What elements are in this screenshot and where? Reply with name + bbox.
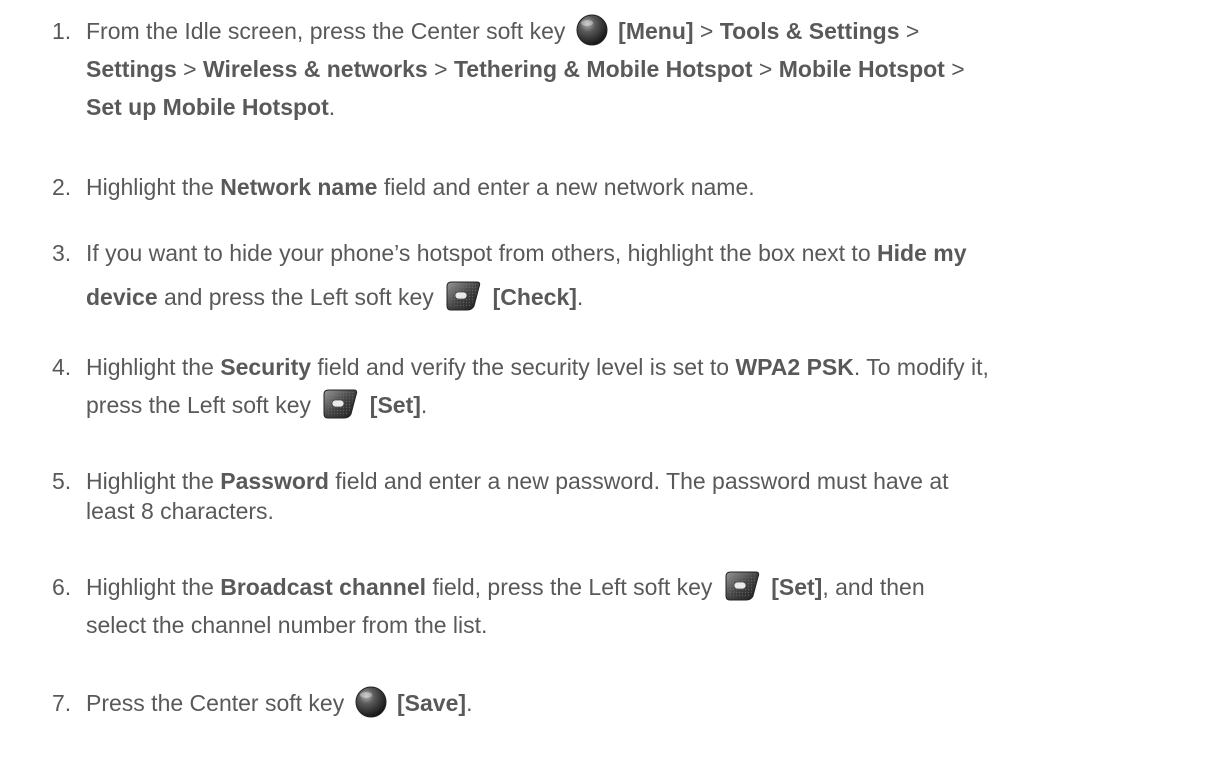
step-text: Press the Center soft key [Save]. bbox=[86, 684, 1223, 722]
step-number: 3. bbox=[52, 240, 72, 266]
section-heading-remnant bbox=[122, 0, 482, 4]
step-number: 7. bbox=[52, 690, 72, 716]
step-number: 4. bbox=[52, 354, 72, 380]
step-number: 1. bbox=[52, 18, 72, 44]
center-soft-key-icon bbox=[355, 686, 387, 718]
left-soft-key-icon bbox=[321, 388, 359, 420]
step-text: If you want to hide your phone’s hotspot… bbox=[86, 240, 967, 312]
step-text: Highlight the Broadcast channel field, p… bbox=[86, 568, 1223, 644]
step-number: 2. bbox=[52, 174, 72, 200]
left-soft-key-icon bbox=[444, 280, 482, 312]
left-soft-key-icon bbox=[723, 570, 761, 602]
step-text: Highlight the Security field and verify … bbox=[86, 354, 989, 420]
step-number: 5. bbox=[52, 468, 72, 494]
step-text: From the Idle screen, press the Center s… bbox=[86, 12, 1223, 126]
center-soft-key-icon bbox=[576, 14, 608, 46]
step-text: Highlight the Password field and enter a… bbox=[86, 468, 949, 524]
step-number: 6. bbox=[52, 574, 72, 600]
step-text: Highlight the Network name field and ent… bbox=[86, 174, 755, 200]
